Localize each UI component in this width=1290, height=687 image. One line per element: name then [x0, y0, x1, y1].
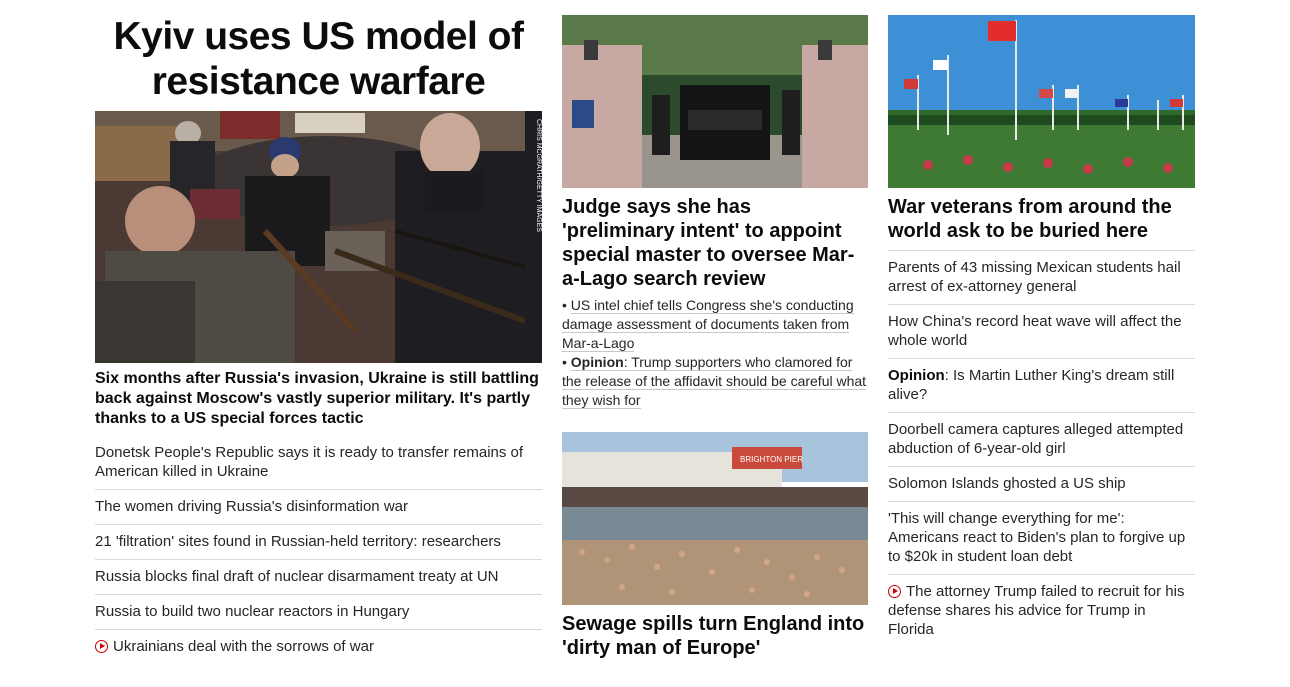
list-item[interactable]: Parents of 43 missing Mexican students h…: [888, 251, 1195, 304]
story-text[interactable]: 'This will change everything for me': Am…: [888, 510, 1185, 565]
list-item[interactable]: Opinion: Is Martin Luther King's dream s…: [888, 358, 1195, 412]
lead-caption[interactable]: Six months after Russia's invasion, Ukra…: [95, 369, 542, 429]
list-item[interactable]: The attorney Trump failed to recruit for…: [888, 574, 1195, 647]
pier-sign: BRIGHTON PIER: [740, 455, 803, 464]
brighton-beach-image[interactable]: BRIGHTON PIER: [562, 432, 868, 605]
opinion-label: Opinion: [570, 354, 624, 370]
list-item[interactable]: 21 'filtration' sites found in Russian-h…: [95, 524, 542, 559]
special-master-headline[interactable]: Judge says she has 'preliminary intent' …: [562, 195, 868, 291]
left-story-list: Donetsk People's Republic says it is rea…: [95, 436, 542, 664]
story-text[interactable]: Ukrainians deal with the sorrows of war: [113, 638, 374, 655]
flags-photo: [888, 15, 1195, 188]
story-text[interactable]: Doorbell camera captures alleged attempt…: [888, 421, 1183, 457]
story-text[interactable]: The women driving Russia's disinformatio…: [95, 498, 408, 515]
bullet-item[interactable]: • US intel chief tells Congress she's co…: [562, 296, 868, 353]
story-text[interactable]: Donetsk People's Republic says it is rea…: [95, 444, 523, 480]
story-text[interactable]: Russia to build two nuclear reactors in …: [95, 603, 409, 620]
photo-credit: CHRIS MCGRATH/GETTY IMAGES: [535, 119, 542, 232]
lead-image[interactable]: CHRIS MCGRATH/GETTY IMAGES: [95, 111, 542, 363]
story-text[interactable]: 21 'filtration' sites found in Russian-h…: [95, 533, 501, 550]
bullet-marker: •: [562, 297, 571, 313]
bullet-marker: •: [562, 354, 571, 370]
lead-headline[interactable]: Kyiv uses US model of resistance warfare: [95, 14, 542, 104]
list-item[interactable]: Solomon Islands ghosted a US ship: [888, 466, 1195, 501]
mar-a-lago-image[interactable]: [562, 15, 868, 188]
sewage-headline[interactable]: Sewage spills turn England into 'dirty m…: [562, 612, 868, 660]
soldiers-photo: CHRIS MCGRATH/GETTY IMAGES: [95, 111, 542, 363]
list-item[interactable]: The women driving Russia's disinformatio…: [95, 489, 542, 524]
story-text[interactable]: Parents of 43 missing Mexican students h…: [888, 259, 1181, 295]
left-column: Kyiv uses US model of resistance warfare: [95, 0, 542, 655]
story-text[interactable]: How China's record heat wave will affect…: [888, 313, 1182, 349]
right-story-list: Parents of 43 missing Mexican students h…: [888, 250, 1195, 647]
cemetery-image[interactable]: [888, 15, 1195, 188]
video-play-icon: [95, 640, 108, 653]
list-item[interactable]: 'This will change everything for me': Am…: [888, 501, 1195, 574]
list-item[interactable]: Ukrainians deal with the sorrows of war: [95, 629, 542, 664]
related-bullets: • US intel chief tells Congress she's co…: [562, 296, 868, 410]
story-text[interactable]: The attorney Trump failed to recruit for…: [888, 583, 1184, 638]
list-item[interactable]: Russia to build two nuclear reactors in …: [95, 594, 542, 629]
story-text[interactable]: Russia blocks final draft of nuclear dis…: [95, 568, 499, 585]
list-item[interactable]: Donetsk People's Republic says it is rea…: [95, 436, 542, 489]
gate-photo: [562, 15, 868, 188]
veterans-headline[interactable]: War veterans from around the world ask t…: [888, 195, 1195, 243]
bullet-item[interactable]: • Opinion: Trump supporters who clamored…: [562, 353, 868, 410]
opinion-label: Opinion: [888, 367, 945, 384]
list-item[interactable]: Russia blocks final draft of nuclear dis…: [95, 559, 542, 594]
beach-photo: BRIGHTON PIER: [562, 432, 868, 605]
list-item[interactable]: How China's record heat wave will affect…: [888, 304, 1195, 358]
video-play-icon: [888, 585, 901, 598]
story-text[interactable]: Solomon Islands ghosted a US ship: [888, 475, 1126, 492]
bullet-link[interactable]: US intel chief tells Congress she's cond…: [562, 297, 854, 352]
bullet-link[interactable]: Opinion: Trump supporters who clamored f…: [562, 354, 867, 409]
list-item[interactable]: Doorbell camera captures alleged attempt…: [888, 412, 1195, 466]
